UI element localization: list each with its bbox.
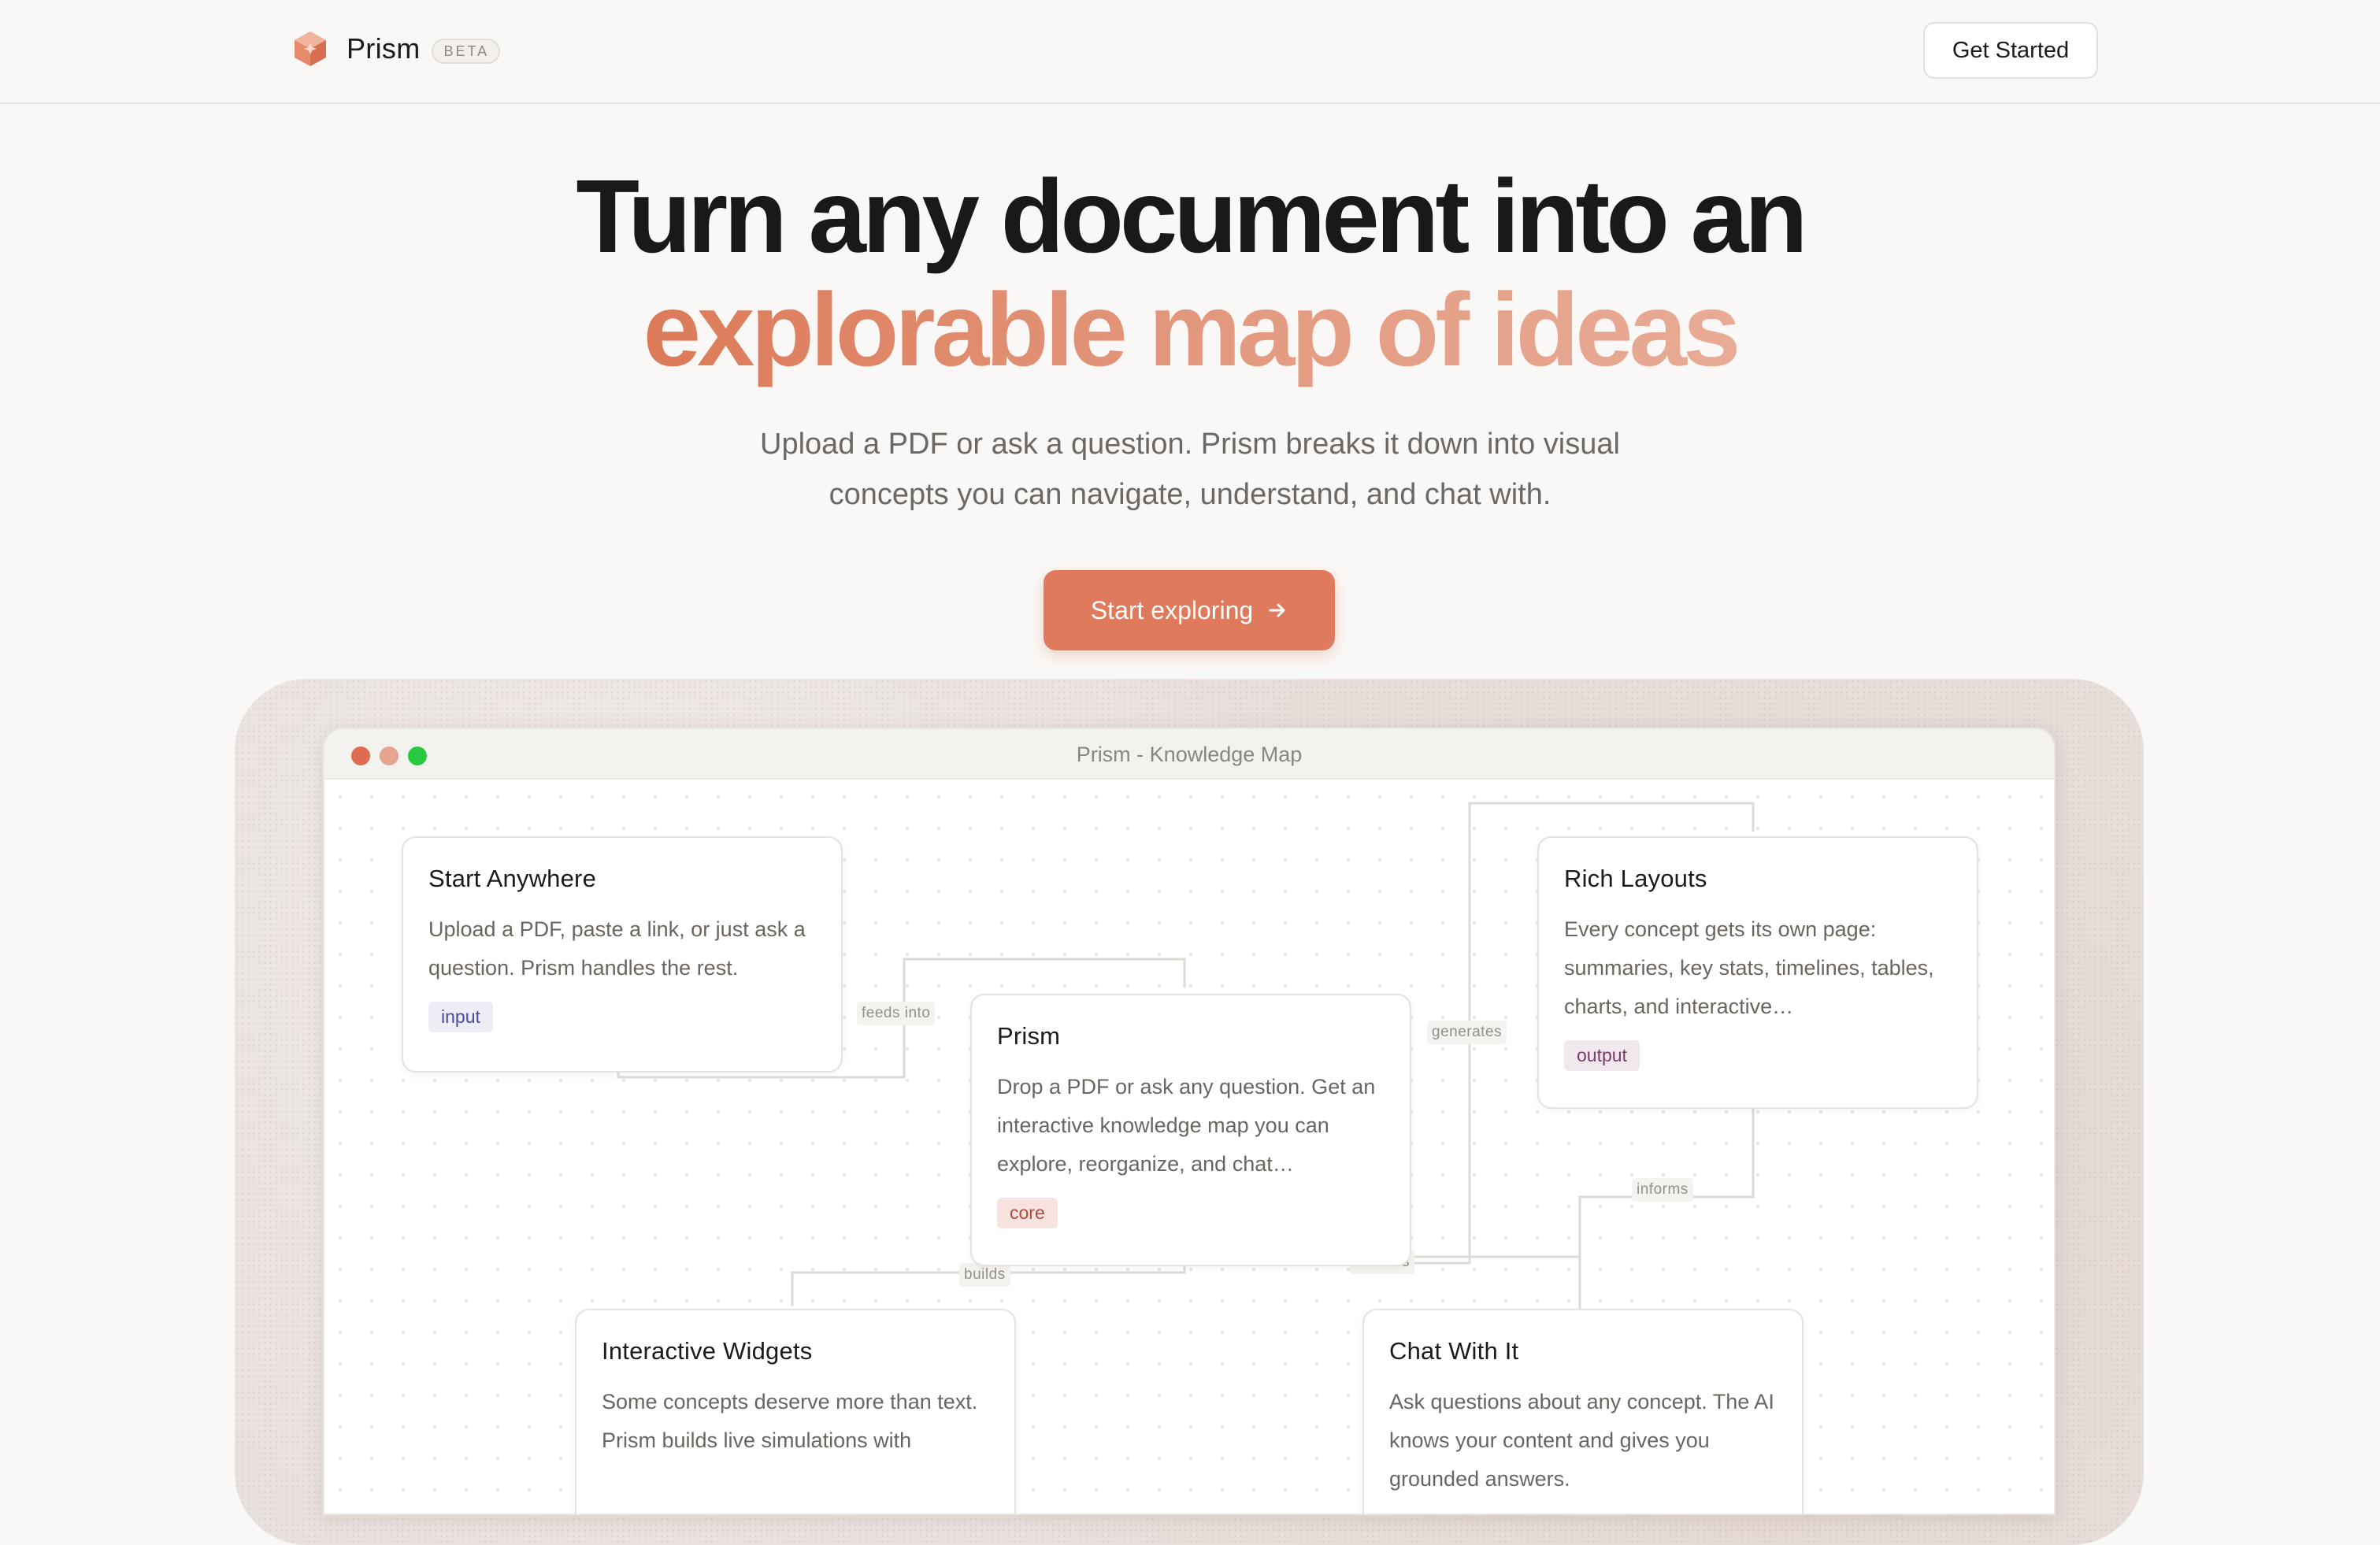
card-rich-layouts[interactable]: Rich Layouts Every concept gets its own … (1537, 836, 1978, 1109)
card-interactive-widgets[interactable]: Interactive Widgets Some concepts deserv… (575, 1309, 1016, 1514)
edge-label-feeds-into: feeds into (857, 1002, 936, 1025)
prism-logo-icon (295, 31, 326, 66)
get-started-button[interactable]: Get Started (1923, 22, 2098, 79)
card-title: Prism (997, 1022, 1061, 1050)
knowledge-map-canvas[interactable]: feeds into generates informs enables bui… (324, 781, 2054, 1514)
hero-subtitle: Upload a PDF or ask a question. Prism br… (639, 419, 1741, 520)
hero-title-highlight: explorable map of ideas (643, 272, 1741, 387)
edge-label-builds: builds (959, 1263, 1010, 1287)
brand-name: Prism (347, 32, 421, 65)
tag-input[interactable]: input (428, 1002, 493, 1032)
start-exploring-label: Start exploring (1090, 595, 1254, 624)
arrow-right-icon (1269, 603, 1285, 617)
window-titlebar: Prism - Knowledge Map (324, 729, 2054, 780)
window-title: Prism - Knowledge Map (1076, 743, 1303, 766)
card-title: Rich Layouts (1564, 865, 1707, 892)
edge-label-informs: informs (1632, 1178, 1693, 1202)
edge-label-generates: generates (1427, 1021, 1507, 1044)
top-nav: Prism BETA Get Started (0, 0, 2380, 104)
card-body: Ask questions about any concept. The AI … (1389, 1390, 1774, 1491)
hero-title-line-2: explorable map of ideas (0, 271, 2380, 389)
card-chat-with-it[interactable]: Chat With It Ask questions about any con… (1362, 1309, 1804, 1514)
card-title: Chat With It (1389, 1337, 1519, 1365)
tag-output[interactable]: output (1564, 1040, 1640, 1071)
hero-subtitle-line-2: concepts you can navigate, understand, a… (829, 478, 1551, 511)
brand[interactable]: Prism BETA (293, 30, 501, 68)
card-body: Every concept gets its own page: summari… (1564, 917, 1934, 1018)
card-prism[interactable]: Prism Drop a PDF or ask any question. Ge… (970, 994, 1411, 1266)
card-body: Upload a PDF, paste a link, or just ask … (428, 917, 806, 980)
beta-badge: BETA (431, 39, 501, 64)
card-body: Drop a PDF or ask any question. Get an i… (997, 1075, 1376, 1176)
hero-subtitle-line-1: Upload a PDF or ask a question. Prism br… (760, 428, 1620, 461)
tag-core[interactable]: core (997, 1198, 1058, 1228)
card-start-anywhere[interactable]: Start Anywhere Upload a PDF, paste a lin… (402, 836, 843, 1073)
card-title: Interactive Widgets (602, 1337, 813, 1365)
edge-informs (1578, 1104, 1755, 1320)
hero-title-line-1: Turn any document into an (576, 158, 1807, 274)
start-exploring-button[interactable]: Start exploring (1044, 570, 1335, 650)
card-body: Some concepts deserve more than text. Pr… (602, 1390, 978, 1452)
card-title: Start Anywhere (428, 865, 597, 892)
app-window: Prism - Knowledge Map feeds into generat… (323, 728, 2056, 1515)
